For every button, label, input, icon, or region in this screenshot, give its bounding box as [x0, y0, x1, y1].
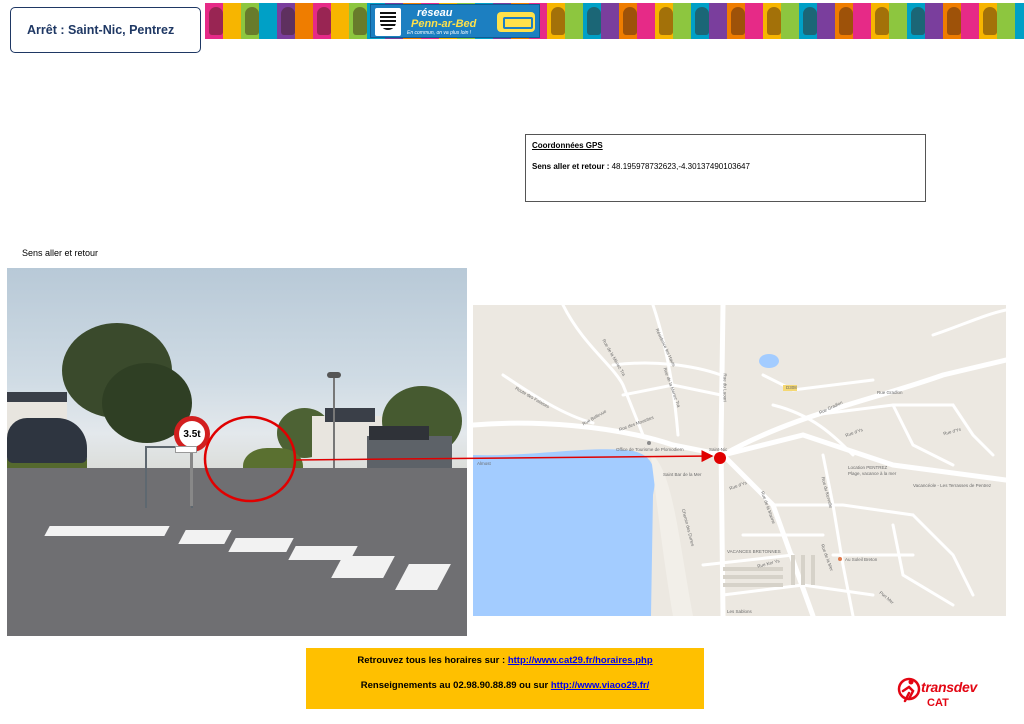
transdev-figure-icon [897, 677, 921, 703]
info-row-contact: Renseignements au 02.98.90.88.89 ou sur … [306, 680, 704, 691]
highlight-overlay [203, 415, 714, 503]
info-contact-label: Renseignements au 02.98.90.88.89 ou sur [360, 680, 551, 691]
info-box: Retrouvez tous les horaires sur : http:/… [306, 648, 704, 709]
info-schedules-label: Retrouvez tous les horaires sur : [357, 655, 508, 666]
info-row-schedules: Retrouvez tous les horaires sur : http:/… [306, 655, 704, 666]
viaoo-link[interactable]: http://www.viaoo29.fr/ [551, 680, 649, 691]
transdev-cat: CAT [927, 697, 949, 709]
location-arrow [294, 450, 714, 463]
schedules-link[interactable]: http://www.cat29.fr/horaires.php [508, 655, 653, 666]
transdev-name: transdev [921, 679, 977, 695]
stop-highlight-circle [203, 415, 297, 503]
transdev-logo: transdev CAT [897, 677, 987, 711]
